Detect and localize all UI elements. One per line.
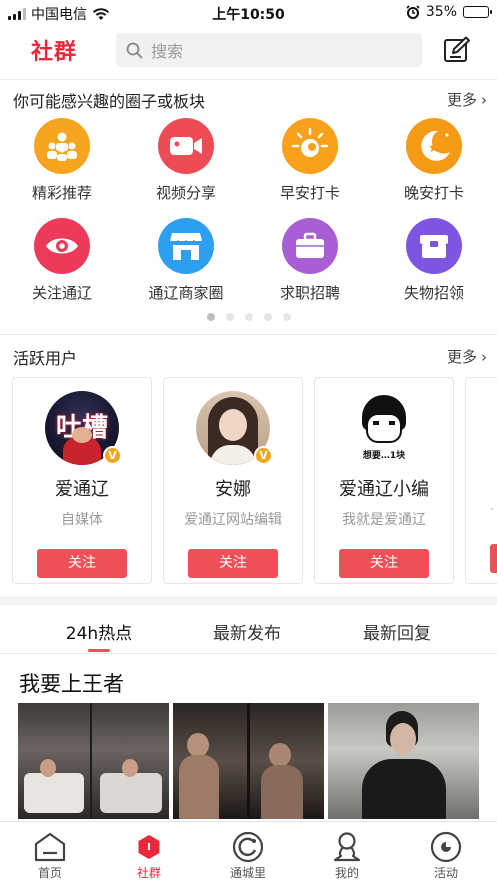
circle-item[interactable]: 早安打卡 bbox=[248, 118, 372, 203]
active-tab-indicator bbox=[88, 649, 110, 652]
nav-profile-label: 我的 bbox=[334, 866, 359, 880]
user-name: 安娜 bbox=[215, 479, 251, 500]
nav-profile[interactable]: 我的 bbox=[307, 830, 387, 881]
user-card-partial[interactable]: · bbox=[465, 377, 497, 584]
nav-home[interactable]: 首页 bbox=[10, 830, 90, 881]
user-description: 我就是爱通辽 bbox=[342, 512, 426, 528]
circle-item[interactable]: 失物招领 bbox=[372, 218, 496, 303]
avatar: 吐槽 V bbox=[45, 391, 122, 465]
circle-item-label: 关注通辽 bbox=[31, 284, 92, 302]
chevron-right-icon: › bbox=[481, 90, 487, 109]
page-dot bbox=[244, 313, 253, 321]
more-label: 更多 bbox=[446, 348, 477, 366]
nav-city[interactable]: 通城里 bbox=[208, 830, 288, 881]
circle-item-label: 早安打卡 bbox=[279, 184, 340, 202]
chevron-right-icon: › bbox=[481, 347, 487, 366]
bottom-nav: 首页 社群 通城里 我的 活动 bbox=[0, 821, 497, 883]
follow-button[interactable]: 关注 bbox=[37, 549, 127, 578]
page-dot bbox=[282, 313, 291, 321]
circle-item[interactable]: 求职招聘 bbox=[248, 218, 372, 303]
user-description-partial: · bbox=[490, 502, 495, 518]
box-icon bbox=[406, 218, 462, 274]
tab-latest-posts[interactable]: 最新发布 bbox=[177, 619, 317, 644]
user-name: 爱通辽小编 bbox=[339, 479, 429, 500]
user-card[interactable]: 吐槽 V 爱通辽 自媒体 关注 bbox=[12, 377, 152, 584]
briefcase-icon bbox=[282, 218, 338, 274]
page-dot bbox=[206, 313, 215, 321]
page-dot bbox=[263, 313, 272, 321]
follow-button[interactable]: 关注 bbox=[339, 549, 429, 578]
tab-24h-hot[interactable]: 24h热点 bbox=[29, 619, 169, 644]
nav-activity[interactable]: 活动 bbox=[406, 830, 486, 881]
nav-community[interactable]: 社群 bbox=[109, 830, 189, 881]
user-card[interactable]: V 安娜 爱通辽网站编辑 关注 bbox=[163, 377, 303, 584]
eye-icon bbox=[34, 218, 90, 274]
active-users-more-link[interactable]: 更多 › bbox=[447, 346, 487, 367]
people-icon bbox=[34, 118, 90, 174]
battery-icon bbox=[463, 6, 492, 18]
circles-section-title: 你可能感兴趣的圈子或板块 bbox=[13, 92, 206, 111]
avatar-caption: 想要…1块 bbox=[362, 451, 406, 461]
follow-button[interactable]: 关注 bbox=[188, 549, 278, 578]
circle-item-label: 视频分享 bbox=[155, 184, 216, 202]
search-input[interactable]: 搜索 bbox=[116, 33, 422, 67]
search-placeholder: 搜索 bbox=[151, 42, 184, 61]
sun-icon bbox=[282, 118, 338, 174]
verified-badge: V bbox=[103, 446, 122, 465]
user-name: 爱通辽 bbox=[55, 479, 109, 500]
shop-icon bbox=[158, 218, 214, 274]
circle-item-label: 求职招聘 bbox=[279, 284, 340, 302]
nav-community-label: 社群 bbox=[136, 866, 161, 880]
circle-item[interactable]: 晚安打卡 bbox=[372, 118, 496, 203]
profile-icon bbox=[333, 832, 361, 862]
post-image[interactable] bbox=[18, 703, 169, 819]
circle-item-label: 晚安打卡 bbox=[403, 184, 464, 202]
compose-icon[interactable] bbox=[443, 36, 471, 64]
circles-more-link[interactable]: 更多 › bbox=[447, 89, 487, 110]
verified-badge: V bbox=[254, 446, 273, 465]
circle-item-label: 精彩推荐 bbox=[31, 184, 92, 202]
city-icon bbox=[232, 831, 264, 863]
post-image[interactable] bbox=[173, 703, 324, 819]
alarm-icon bbox=[406, 5, 420, 19]
user-description: 自媒体 bbox=[61, 512, 103, 528]
section-gap bbox=[0, 596, 497, 605]
battery-percent: 35% bbox=[425, 4, 457, 20]
nav-activity-label: 活动 bbox=[433, 866, 458, 880]
follow-button-partial[interactable] bbox=[490, 544, 497, 573]
tab-latest-replies[interactable]: 最新回复 bbox=[327, 619, 467, 644]
video-camera-icon bbox=[158, 118, 214, 174]
circle-item-label: 失物招领 bbox=[403, 284, 464, 302]
header-divider bbox=[0, 79, 497, 80]
activity-icon bbox=[430, 831, 462, 863]
tabs-divider bbox=[0, 653, 497, 654]
search-icon bbox=[126, 42, 143, 58]
status-bar: 中国电信 上午10:50 35% bbox=[0, 0, 497, 26]
page-indicator bbox=[0, 313, 497, 321]
post-title[interactable]: 我要上王者 bbox=[19, 668, 124, 698]
moon-icon bbox=[406, 118, 462, 174]
active-users-title: 活跃用户 bbox=[13, 349, 78, 368]
nav-city-label: 通城里 bbox=[229, 866, 266, 880]
section-divider bbox=[0, 334, 497, 335]
circle-item-label: 通辽商家圈 bbox=[148, 284, 224, 302]
more-label: 更多 bbox=[446, 91, 477, 109]
post-image[interactable] bbox=[328, 703, 479, 819]
community-icon bbox=[138, 835, 160, 859]
home-icon bbox=[34, 832, 66, 862]
circle-item[interactable]: 通辽商家圈 bbox=[124, 218, 248, 303]
circle-item[interactable]: 视频分享 bbox=[124, 118, 248, 203]
app-logo: 社群 bbox=[31, 39, 78, 65]
circle-item[interactable]: 关注通辽 bbox=[0, 218, 124, 303]
user-card[interactable]: 想要…1块 爱通辽小编 我就是爱通辽 关注 bbox=[314, 377, 454, 584]
nav-home-label: 首页 bbox=[37, 866, 62, 880]
avatar: V bbox=[196, 391, 273, 465]
page-dot bbox=[225, 313, 234, 321]
user-description: 爱通辽网站编辑 bbox=[184, 512, 282, 528]
avatar: 想要…1块 bbox=[347, 391, 421, 465]
circle-item[interactable]: 精彩推荐 bbox=[0, 118, 124, 203]
